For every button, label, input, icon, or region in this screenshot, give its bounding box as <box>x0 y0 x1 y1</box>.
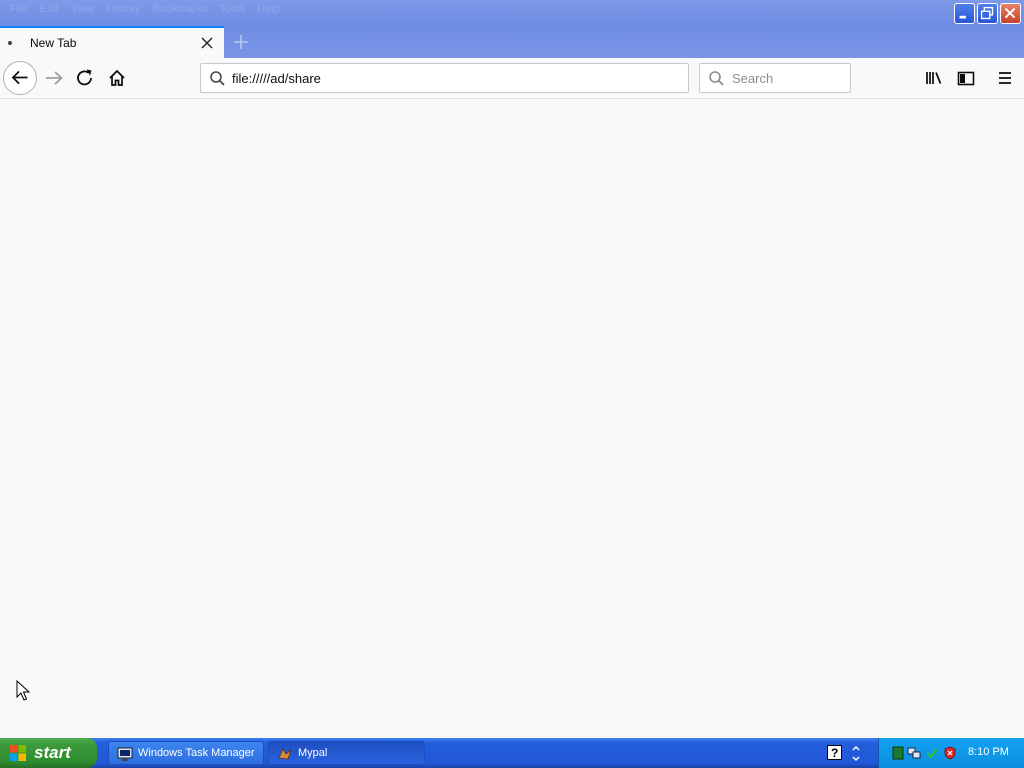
system-tray: 8:10 PM <box>878 738 1024 768</box>
tab-label: New Tab <box>30 36 77 50</box>
tray-app-icon[interactable] <box>891 746 905 760</box>
close-window-button[interactable] <box>1000 3 1021 24</box>
menu-edit[interactable]: Edit <box>34 1 65 17</box>
new-tab-icon[interactable] <box>230 31 252 53</box>
taskbar: start Windows Task Manager Mypal ? 8:10 … <box>0 738 1024 768</box>
tab-loading-dot <box>8 41 12 45</box>
search-icon <box>210 71 225 86</box>
hamburger-menu-icon[interactable] <box>989 62 1021 94</box>
search-box[interactable]: Search <box>699 63 851 93</box>
restore-icon <box>980 6 994 20</box>
restore-button[interactable] <box>977 3 998 24</box>
nav-toolbar: file://///ad/share Search <box>0 58 1024 99</box>
shield-icon[interactable] <box>943 746 957 760</box>
taskbar-item-label: Windows Task Manager <box>138 747 255 759</box>
start-button[interactable]: start <box>0 738 97 768</box>
security-center-icon[interactable] <box>925 746 939 760</box>
taskbar-item-task-manager[interactable]: Windows Task Manager <box>108 741 264 765</box>
library-icon[interactable] <box>918 62 950 94</box>
windows-logo-icon <box>10 745 26 761</box>
menu-history[interactable]: History <box>100 1 146 17</box>
back-button[interactable] <box>3 61 37 95</box>
tab-new-tab[interactable]: New Tab <box>0 26 224 58</box>
menu-file[interactable]: File <box>4 1 34 17</box>
taskbar-item-mypal[interactable]: Mypal <box>268 741 425 765</box>
forward-arrow-icon[interactable] <box>38 62 70 94</box>
mypal-icon <box>278 748 292 760</box>
show-hidden-icons-icon[interactable] <box>850 744 862 762</box>
taskbar-item-label: Mypal <box>298 747 328 759</box>
help-icon[interactable]: ? <box>827 745 842 760</box>
close-icon <box>1004 7 1016 19</box>
minimize-button[interactable] <box>954 3 975 24</box>
reload-icon[interactable] <box>69 62 101 94</box>
network-icon[interactable] <box>907 746 921 760</box>
start-label: start <box>34 743 71 762</box>
back-arrow-icon <box>11 70 28 85</box>
sidebar-icon[interactable] <box>950 62 982 94</box>
window-controls <box>954 3 1021 24</box>
address-bar-value[interactable]: file://///ad/share <box>232 71 321 86</box>
close-tab-icon[interactable] <box>199 35 215 51</box>
address-bar[interactable]: file://///ad/share <box>200 63 689 93</box>
minimize-icon <box>959 15 966 19</box>
search-placeholder: Search <box>732 71 774 86</box>
home-icon[interactable] <box>101 62 133 94</box>
menu-bookmarks[interactable]: Bookmarks <box>147 1 214 17</box>
menu-help[interactable]: Help <box>251 1 286 17</box>
page-content[interactable] <box>0 99 1024 738</box>
mouse-cursor-icon <box>16 680 30 701</box>
task-manager-icon <box>117 747 133 761</box>
menu-view[interactable]: View <box>65 1 101 17</box>
clock: 8:10 PM <box>968 746 1009 758</box>
menu-bar: File Edit View History Bookmarks Tools H… <box>4 1 286 17</box>
search-engine-icon <box>709 71 724 86</box>
menu-tools[interactable]: Tools <box>214 1 252 17</box>
title-bar: File Edit View History Bookmarks Tools H… <box>0 0 1024 58</box>
